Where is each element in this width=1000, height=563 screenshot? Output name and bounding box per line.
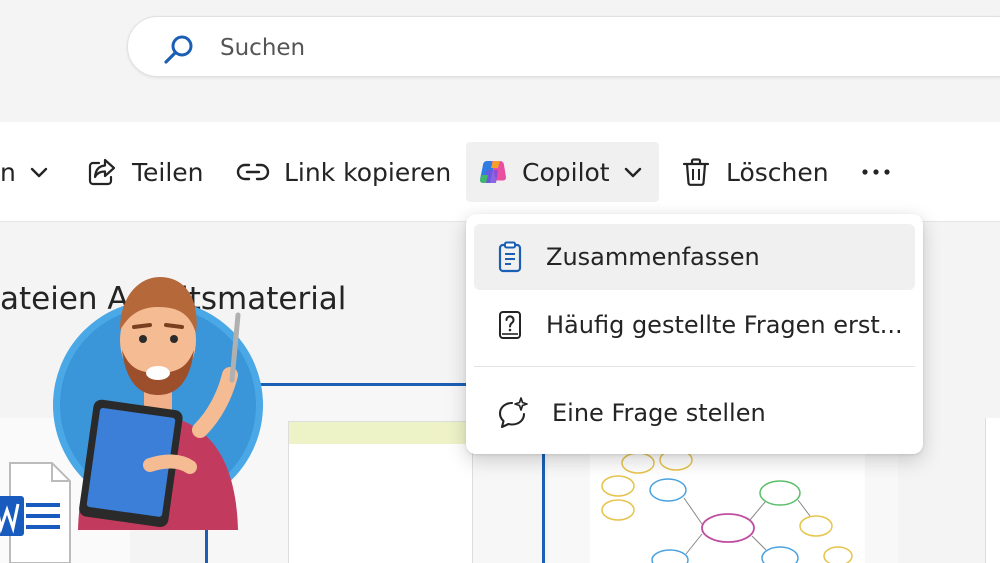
share-icon [88, 158, 116, 186]
menu-item-ask-question[interactable]: Eine Frage stellen [474, 380, 915, 446]
more-icon [862, 169, 890, 175]
document-summary-icon [498, 241, 522, 273]
spreadsheet-header-row [289, 422, 472, 444]
copilot-button[interactable]: Copilot [466, 142, 659, 202]
share-label: Teilen [132, 157, 204, 187]
link-icon [236, 163, 270, 181]
mindmap-drawing [601, 449, 853, 563]
search-box[interactable] [127, 16, 1000, 77]
menu-divider [474, 366, 915, 367]
search-icon [164, 35, 193, 64]
spreadsheet-thumbnail [288, 421, 473, 563]
chevron-down-icon [30, 167, 48, 178]
menu-item-generate-faq[interactable]: Häufig gestellte Fragen erst... [474, 292, 915, 358]
share-button[interactable]: Teilen [86, 142, 204, 202]
copy-link-button[interactable]: Link kopieren [236, 142, 451, 202]
menu-item-summarize[interactable]: Zusammenfassen [474, 224, 915, 290]
more-options-button[interactable] [858, 142, 894, 202]
delete-button[interactable]: Löschen [680, 142, 829, 202]
menu-item-label: Eine Frage stellen [552, 399, 766, 427]
mindmap-thumbnail [590, 448, 865, 563]
menu-item-label: Häufig gestellte Fragen erst... [546, 311, 903, 339]
previous-command-label: n [0, 157, 16, 187]
previous-command-button[interactable]: n [0, 142, 50, 202]
trash-icon [682, 158, 710, 186]
teacher-avatar-illustration [53, 277, 263, 530]
chat-sparkle-icon [498, 397, 528, 429]
chevron-down-icon [624, 167, 641, 178]
top-bar [0, 0, 1000, 122]
file-card[interactable] [985, 418, 1000, 563]
question-document-icon [499, 311, 521, 339]
copilot-label: Copilot [522, 157, 610, 187]
delete-label: Löschen [726, 157, 829, 187]
copilot-dropdown-menu: Zusammenfassen Häufig gestellte Fragen e… [466, 214, 923, 454]
copy-link-label: Link kopieren [284, 157, 452, 187]
menu-item-label: Zusammenfassen [546, 243, 760, 271]
copilot-icon [479, 161, 507, 184]
command-bar: n Teilen Link kopieren Copilot Löschen [0, 122, 1000, 222]
search-input[interactable] [220, 31, 820, 65]
